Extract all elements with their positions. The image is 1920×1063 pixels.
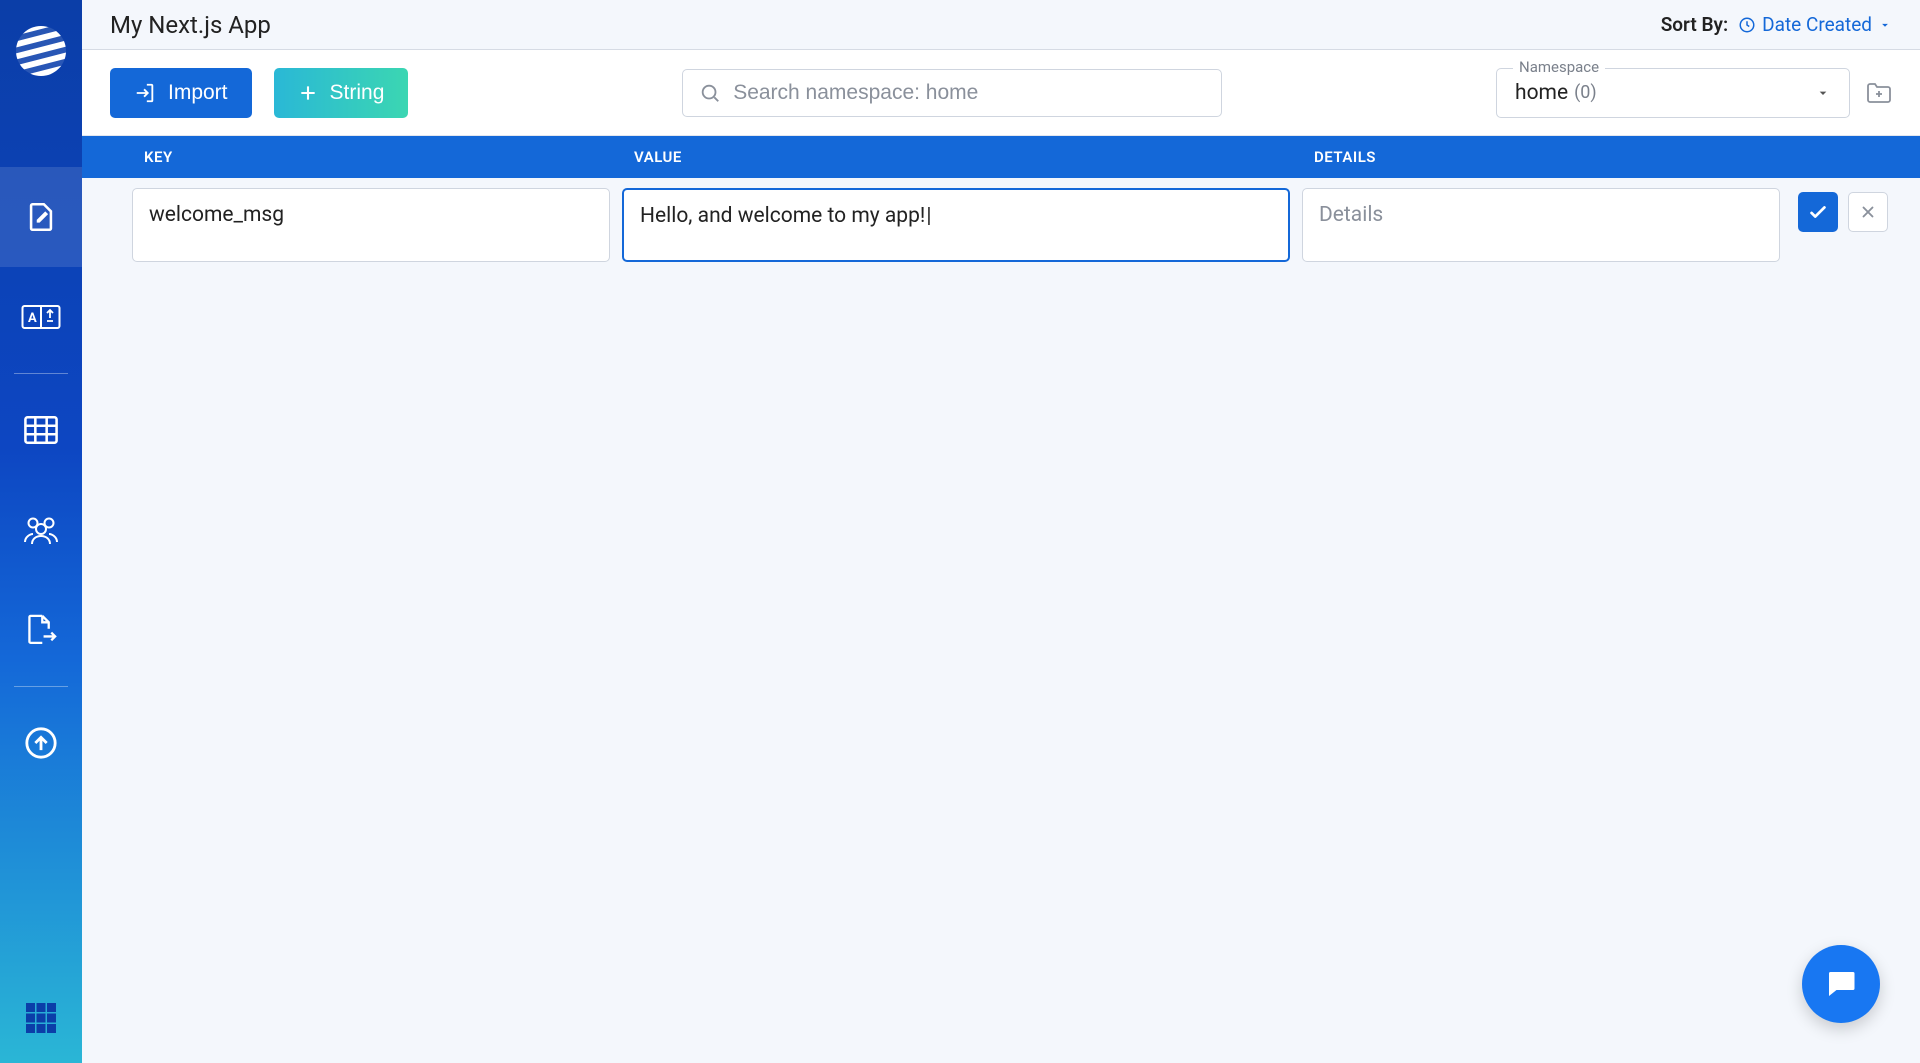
search-input[interactable] <box>733 81 1205 105</box>
add-string-button[interactable]: String <box>274 68 409 118</box>
confirm-button[interactable] <box>1798 192 1838 232</box>
sidebar-divider-2 <box>14 686 68 687</box>
namespace-select[interactable]: Namespace home (0) <box>1496 68 1850 118</box>
import-button[interactable]: Import <box>110 68 252 118</box>
sidebar-item-strings[interactable] <box>0 167 82 267</box>
grid-icon <box>23 1000 59 1036</box>
plus-icon <box>298 83 318 103</box>
folder-add-icon <box>1866 82 1892 104</box>
details-input[interactable]: Details <box>1302 188 1780 262</box>
key-value: welcome_msg <box>149 203 284 227</box>
sidebar-item-upload[interactable] <box>0 693 82 793</box>
sort-by-dropdown[interactable]: Date Created <box>1738 13 1892 36</box>
sort-by-label: Sort By: <box>1661 13 1728 36</box>
clock-icon <box>1738 16 1756 34</box>
file-export-icon <box>23 613 59 647</box>
sidebar-item-team[interactable] <box>0 480 82 580</box>
column-value: VALUE <box>616 148 1296 166</box>
app-logo[interactable] <box>0 10 82 92</box>
toolbar: Import String Namespace home (0) <box>82 50 1920 136</box>
sidebar-item-translate[interactable]: A <box>0 267 82 367</box>
main-content: My Next.js App Sort By: Date Created Imp… <box>82 0 1920 1063</box>
chat-icon <box>1823 966 1859 1002</box>
key-input[interactable]: welcome_msg <box>132 188 610 262</box>
search-box[interactable] <box>682 69 1222 117</box>
svg-text:A: A <box>28 311 37 326</box>
namespace-count: (0) <box>1574 82 1597 103</box>
sidebar: A <box>0 0 82 1063</box>
column-key: KEY <box>126 148 616 166</box>
table-icon <box>24 415 58 445</box>
sidebar-item-table[interactable] <box>0 380 82 480</box>
sort-by-value: Date Created <box>1762 13 1872 36</box>
details-placeholder: Details <box>1319 203 1383 227</box>
app-title: My Next.js App <box>110 11 271 39</box>
sidebar-divider <box>14 373 68 374</box>
string-label: String <box>330 81 385 105</box>
chevron-down-icon <box>1878 18 1892 32</box>
import-icon <box>134 82 156 104</box>
namespace-name: home <box>1515 81 1568 105</box>
check-icon <box>1807 201 1829 223</box>
title-bar: My Next.js App Sort By: Date Created <box>82 0 1920 50</box>
value-text: Hello, and welcome to my app! <box>640 204 931 228</box>
table-body: welcome_msg Hello, and welcome to my app… <box>82 178 1920 272</box>
chat-fab[interactable] <box>1802 945 1880 1023</box>
search-icon <box>699 82 721 104</box>
editor-row: welcome_msg Hello, and welcome to my app… <box>82 188 1906 262</box>
chevron-down-icon <box>1815 85 1831 101</box>
cancel-button[interactable] <box>1848 192 1888 232</box>
close-icon <box>1859 203 1877 221</box>
team-icon <box>21 514 61 546</box>
add-namespace-button[interactable] <box>1866 82 1892 104</box>
sidebar-item-export[interactable] <box>0 580 82 680</box>
import-label: Import <box>168 81 228 105</box>
column-details: DETAILS <box>1296 148 1786 166</box>
sidebar-footer-grid[interactable] <box>0 973 82 1063</box>
translate-icon: A <box>21 303 61 331</box>
globe-logo-icon <box>16 26 66 76</box>
namespace-legend: Namespace <box>1513 58 1605 76</box>
table-header: KEY VALUE DETAILS <box>82 136 1920 178</box>
sidebar-nav: A <box>0 92 82 793</box>
upload-circle-icon <box>24 726 58 760</box>
file-edit-icon <box>24 200 58 234</box>
value-input[interactable]: Hello, and welcome to my app! <box>622 188 1290 262</box>
